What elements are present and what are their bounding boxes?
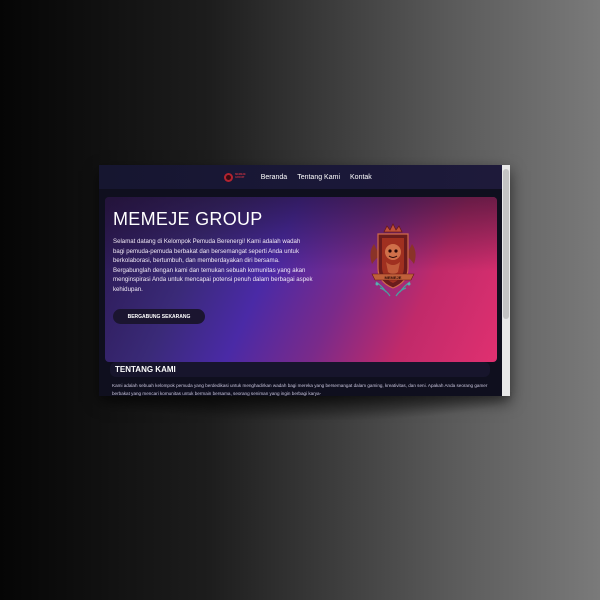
about-heading: TENTANG KAMI <box>115 365 176 374</box>
page-content: MEMEJE GROUP Selamat datang di Kelompok … <box>99 189 502 396</box>
about-text: Kami adalah sebuah kelompok pemuda yang … <box>112 383 488 396</box>
nav-link-beranda[interactable]: Beranda <box>261 174 287 181</box>
logo-emblem-icon <box>224 172 234 182</box>
emblem-ribbon-text: MEMEJE <box>385 275 402 280</box>
browser-window: MEMEJE GROUP Beranda Tentang Kami Kontak… <box>99 165 510 396</box>
site-logo[interactable]: MEMEJE GROUP <box>224 172 246 182</box>
nav-link-kontak[interactable]: Kontak <box>350 174 372 181</box>
scrollbar[interactable] <box>502 165 510 396</box>
join-now-button[interactable]: BERGABUNG SEKARANG <box>113 309 205 324</box>
logo-line-2: GROUP <box>235 176 245 179</box>
logo-text: MEMEJE GROUP <box>235 173 246 180</box>
hero-title: MEMEJE GROUP <box>113 209 263 229</box>
emblem-icon: MEMEJE <box>370 223 416 297</box>
scrollbar-thumb[interactable] <box>503 169 509 319</box>
hero-description: Selamat datang di Kelompok Pemuda Berene… <box>113 238 313 293</box>
hero-section: MEMEJE GROUP Selamat datang di Kelompok … <box>105 197 497 362</box>
navbar: MEMEJE GROUP Beranda Tentang Kami Kontak <box>99 165 502 189</box>
about-heading-bar: TENTANG KAMI <box>110 362 490 377</box>
nav-link-tentang-kami[interactable]: Tentang Kami <box>297 174 340 181</box>
window-shadow <box>100 392 512 420</box>
